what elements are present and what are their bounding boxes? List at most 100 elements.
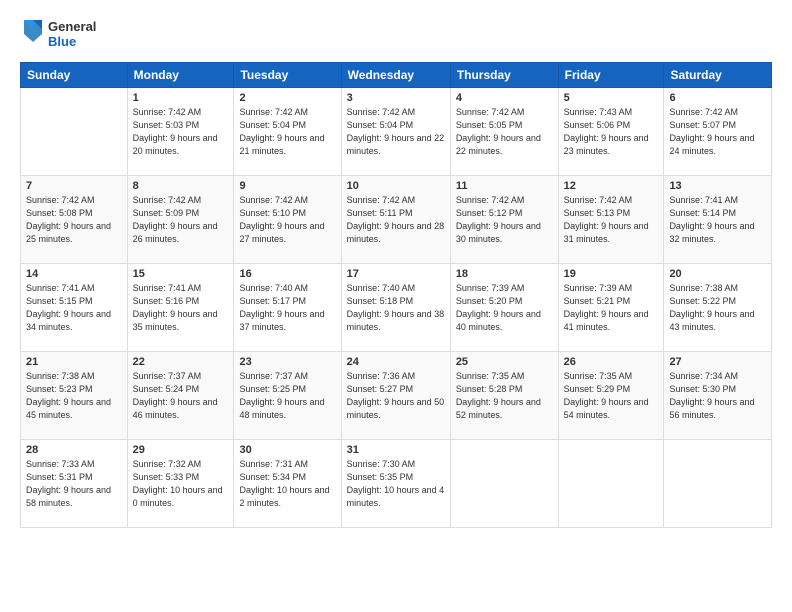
day-number: 24 xyxy=(347,356,445,368)
day-info: Sunrise: 7:42 AM Sunset: 5:10 PM Dayligh… xyxy=(239,194,335,246)
day-info: Sunrise: 7:42 AM Sunset: 5:04 PM Dayligh… xyxy=(347,106,445,158)
calendar-cell: 28 Sunrise: 7:33 AM Sunset: 5:31 PM Dayli… xyxy=(21,440,128,528)
day-info: Sunrise: 7:34 AM Sunset: 5:30 PM Dayligh… xyxy=(669,370,766,422)
logo-svg: General Blue xyxy=(20,16,100,52)
weekday-header: Tuesday xyxy=(234,63,341,88)
day-info: Sunrise: 7:38 AM Sunset: 5:23 PM Dayligh… xyxy=(26,370,122,422)
day-info: Sunrise: 7:37 AM Sunset: 5:24 PM Dayligh… xyxy=(133,370,229,422)
calendar-cell: 18 Sunrise: 7:39 AM Sunset: 5:20 PM Dayli… xyxy=(450,264,558,352)
calendar-cell: 5 Sunrise: 7:43 AM Sunset: 5:06 PM Daylig… xyxy=(558,88,664,176)
weekday-header: Sunday xyxy=(21,63,128,88)
day-number: 21 xyxy=(26,356,122,368)
day-number: 17 xyxy=(347,268,445,280)
day-info: Sunrise: 7:30 AM Sunset: 5:35 PM Dayligh… xyxy=(347,458,445,510)
day-number: 13 xyxy=(669,180,766,192)
day-number: 8 xyxy=(133,180,229,192)
day-number: 26 xyxy=(564,356,659,368)
day-info: Sunrise: 7:39 AM Sunset: 5:20 PM Dayligh… xyxy=(456,282,553,334)
calendar-cell: 1 Sunrise: 7:42 AM Sunset: 5:03 PM Daylig… xyxy=(127,88,234,176)
calendar-cell: 16 Sunrise: 7:40 AM Sunset: 5:17 PM Dayli… xyxy=(234,264,341,352)
day-info: Sunrise: 7:32 AM Sunset: 5:33 PM Dayligh… xyxy=(133,458,229,510)
calendar-cell: 19 Sunrise: 7:39 AM Sunset: 5:21 PM Dayli… xyxy=(558,264,664,352)
day-info: Sunrise: 7:35 AM Sunset: 5:28 PM Dayligh… xyxy=(456,370,553,422)
day-info: Sunrise: 7:40 AM Sunset: 5:18 PM Dayligh… xyxy=(347,282,445,334)
calendar-cell: 6 Sunrise: 7:42 AM Sunset: 5:07 PM Daylig… xyxy=(664,88,772,176)
weekday-header: Wednesday xyxy=(341,63,450,88)
calendar-table: SundayMondayTuesdayWednesdayThursdayFrid… xyxy=(20,62,772,528)
calendar-cell: 25 Sunrise: 7:35 AM Sunset: 5:28 PM Dayli… xyxy=(450,352,558,440)
weekday-header: Friday xyxy=(558,63,664,88)
day-info: Sunrise: 7:39 AM Sunset: 5:21 PM Dayligh… xyxy=(564,282,659,334)
day-number: 25 xyxy=(456,356,553,368)
day-number: 28 xyxy=(26,444,122,456)
day-number: 30 xyxy=(239,444,335,456)
weekday-header: Thursday xyxy=(450,63,558,88)
day-number: 1 xyxy=(133,92,229,104)
day-number: 2 xyxy=(239,92,335,104)
calendar-cell: 31 Sunrise: 7:30 AM Sunset: 5:35 PM Dayli… xyxy=(341,440,450,528)
calendar-cell: 22 Sunrise: 7:37 AM Sunset: 5:24 PM Dayli… xyxy=(127,352,234,440)
calendar-cell: 11Sunrise: 7:42 AM Sunset: 5:12 PM Dayli… xyxy=(450,176,558,264)
weekday-header-row: SundayMondayTuesdayWednesdayThursdayFrid… xyxy=(21,63,772,88)
day-info: Sunrise: 7:42 AM Sunset: 5:09 PM Dayligh… xyxy=(133,194,229,246)
day-number: 7 xyxy=(26,180,122,192)
weekday-header: Saturday xyxy=(664,63,772,88)
day-info: Sunrise: 7:42 AM Sunset: 5:08 PM Dayligh… xyxy=(26,194,122,246)
day-info: Sunrise: 7:42 AM Sunset: 5:11 PM Dayligh… xyxy=(347,194,445,246)
calendar-cell: 4Sunrise: 7:42 AM Sunset: 5:05 PM Daylig… xyxy=(450,88,558,176)
calendar-cell: 23Sunrise: 7:37 AM Sunset: 5:25 PM Dayli… xyxy=(234,352,341,440)
calendar-cell xyxy=(558,440,664,528)
day-number: 27 xyxy=(669,356,766,368)
calendar-cell: 2 Sunrise: 7:42 AM Sunset: 5:04 PM Daylig… xyxy=(234,88,341,176)
calendar-cell: 24 Sunrise: 7:36 AM Sunset: 5:27 PM Dayli… xyxy=(341,352,450,440)
day-info: Sunrise: 7:35 AM Sunset: 5:29 PM Dayligh… xyxy=(564,370,659,422)
day-number: 22 xyxy=(133,356,229,368)
day-number: 3 xyxy=(347,92,445,104)
page-header: General Blue xyxy=(20,16,772,52)
day-info: Sunrise: 7:31 AM Sunset: 5:34 PM Dayligh… xyxy=(239,458,335,510)
day-info: Sunrise: 7:42 AM Sunset: 5:03 PM Dayligh… xyxy=(133,106,229,158)
day-number: 5 xyxy=(564,92,659,104)
calendar-cell: 10 Sunrise: 7:42 AM Sunset: 5:11 PM Dayli… xyxy=(341,176,450,264)
calendar-cell xyxy=(664,440,772,528)
calendar-cell: 21 Sunrise: 7:38 AM Sunset: 5:23 PM Dayli… xyxy=(21,352,128,440)
day-info: Sunrise: 7:42 AM Sunset: 5:07 PM Dayligh… xyxy=(669,106,766,158)
day-info: Sunrise: 7:43 AM Sunset: 5:06 PM Dayligh… xyxy=(564,106,659,158)
day-number: 18 xyxy=(456,268,553,280)
calendar-week-row: 28 Sunrise: 7:33 AM Sunset: 5:31 PM Dayli… xyxy=(21,440,772,528)
day-number: 15 xyxy=(133,268,229,280)
day-info: Sunrise: 7:40 AM Sunset: 5:17 PM Dayligh… xyxy=(239,282,335,334)
calendar-cell: 14 Sunrise: 7:41 AM Sunset: 5:15 PM Dayli… xyxy=(21,264,128,352)
calendar-cell: 29 Sunrise: 7:32 AM Sunset: 5:33 PM Dayli… xyxy=(127,440,234,528)
day-number: 20 xyxy=(669,268,766,280)
day-number: 19 xyxy=(564,268,659,280)
day-info: Sunrise: 7:36 AM Sunset: 5:27 PM Dayligh… xyxy=(347,370,445,422)
calendar-cell xyxy=(21,88,128,176)
day-number: 6 xyxy=(669,92,766,104)
day-number: 29 xyxy=(133,444,229,456)
svg-text:Blue: Blue xyxy=(48,34,76,49)
day-number: 23 xyxy=(239,356,335,368)
calendar-week-row: 14 Sunrise: 7:41 AM Sunset: 5:15 PM Dayli… xyxy=(21,264,772,352)
logo: General Blue xyxy=(20,16,100,52)
day-info: Sunrise: 7:42 AM Sunset: 5:04 PM Dayligh… xyxy=(239,106,335,158)
calendar-week-row: 1 Sunrise: 7:42 AM Sunset: 5:03 PM Daylig… xyxy=(21,88,772,176)
day-info: Sunrise: 7:41 AM Sunset: 5:15 PM Dayligh… xyxy=(26,282,122,334)
day-info: Sunrise: 7:42 AM Sunset: 5:12 PM Dayligh… xyxy=(456,194,553,246)
calendar-cell: 15Sunrise: 7:41 AM Sunset: 5:16 PM Dayli… xyxy=(127,264,234,352)
calendar-cell: 7 Sunrise: 7:42 AM Sunset: 5:08 PM Daylig… xyxy=(21,176,128,264)
day-number: 14 xyxy=(26,268,122,280)
day-number: 9 xyxy=(239,180,335,192)
day-number: 31 xyxy=(347,444,445,456)
calendar-cell: 20 Sunrise: 7:38 AM Sunset: 5:22 PM Dayli… xyxy=(664,264,772,352)
day-number: 10 xyxy=(347,180,445,192)
weekday-header: Monday xyxy=(127,63,234,88)
calendar-cell: 9 Sunrise: 7:42 AM Sunset: 5:10 PM Daylig… xyxy=(234,176,341,264)
day-info: Sunrise: 7:38 AM Sunset: 5:22 PM Dayligh… xyxy=(669,282,766,334)
calendar-cell: 3 Sunrise: 7:42 AM Sunset: 5:04 PM Daylig… xyxy=(341,88,450,176)
day-info: Sunrise: 7:42 AM Sunset: 5:13 PM Dayligh… xyxy=(564,194,659,246)
day-number: 16 xyxy=(239,268,335,280)
calendar-cell: 17 Sunrise: 7:40 AM Sunset: 5:18 PM Dayli… xyxy=(341,264,450,352)
day-info: Sunrise: 7:33 AM Sunset: 5:31 PM Dayligh… xyxy=(26,458,122,510)
calendar-cell: 26 Sunrise: 7:35 AM Sunset: 5:29 PM Dayli… xyxy=(558,352,664,440)
